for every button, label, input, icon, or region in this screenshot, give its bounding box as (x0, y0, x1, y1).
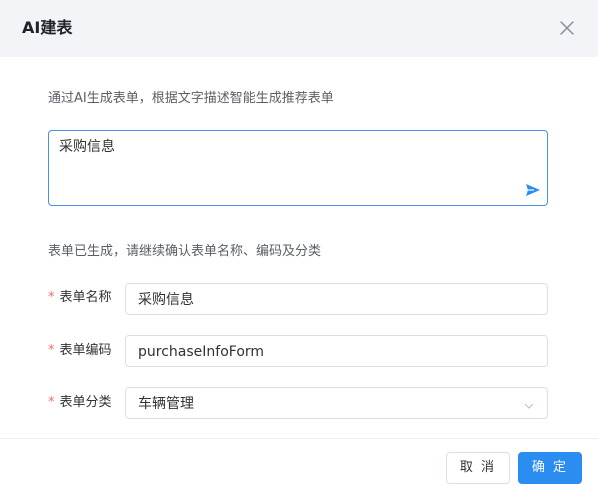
chevron-down-icon[interactable] (523, 397, 535, 409)
cancel-button[interactable]: 取 消 (446, 452, 510, 484)
prompt-textarea[interactable]: 采购信息 (48, 130, 548, 206)
form-code-value: purchaseInfoForm (138, 344, 265, 360)
dialog-header: AI建表 (0, 0, 598, 57)
form-name-label-text: 表单名称 (59, 290, 112, 305)
form-code-input[interactable]: purchaseInfoForm (125, 335, 548, 367)
prompt-text: 采购信息 (59, 139, 115, 155)
form-category-select[interactable]: 车辆管理 (125, 387, 548, 419)
status-text: 表单已生成，请继续确认表单名称、编码及分类 (48, 244, 322, 259)
form-category-value: 车辆管理 (138, 396, 194, 412)
form-name-label: * 表单名称 (48, 289, 112, 307)
required-mark: * (48, 290, 55, 305)
form-name-value: 采购信息 (138, 292, 194, 308)
footer-divider (0, 438, 598, 439)
required-mark: * (48, 395, 55, 410)
confirm-button[interactable]: 确 定 (518, 452, 582, 484)
form-name-input[interactable]: 采购信息 (125, 283, 548, 315)
send-icon[interactable] (525, 182, 541, 198)
form-category-label: * 表单分类 (48, 394, 112, 412)
form-code-label-text: 表单编码 (59, 343, 112, 358)
form-category-label-text: 表单分类 (59, 395, 112, 410)
form-code-label: * 表单编码 (48, 342, 112, 360)
dialog-title: AI建表 (22, 18, 73, 37)
close-icon[interactable] (556, 17, 578, 39)
intro-text: 通过AI生成表单，根据文字描述智能生成推荐表单 (48, 91, 334, 106)
required-mark: * (48, 343, 55, 358)
ai-create-table-dialog: AI建表 通过AI生成表单，根据文字描述智能生成推荐表单 采购信息 表单已生成，… (0, 0, 598, 496)
